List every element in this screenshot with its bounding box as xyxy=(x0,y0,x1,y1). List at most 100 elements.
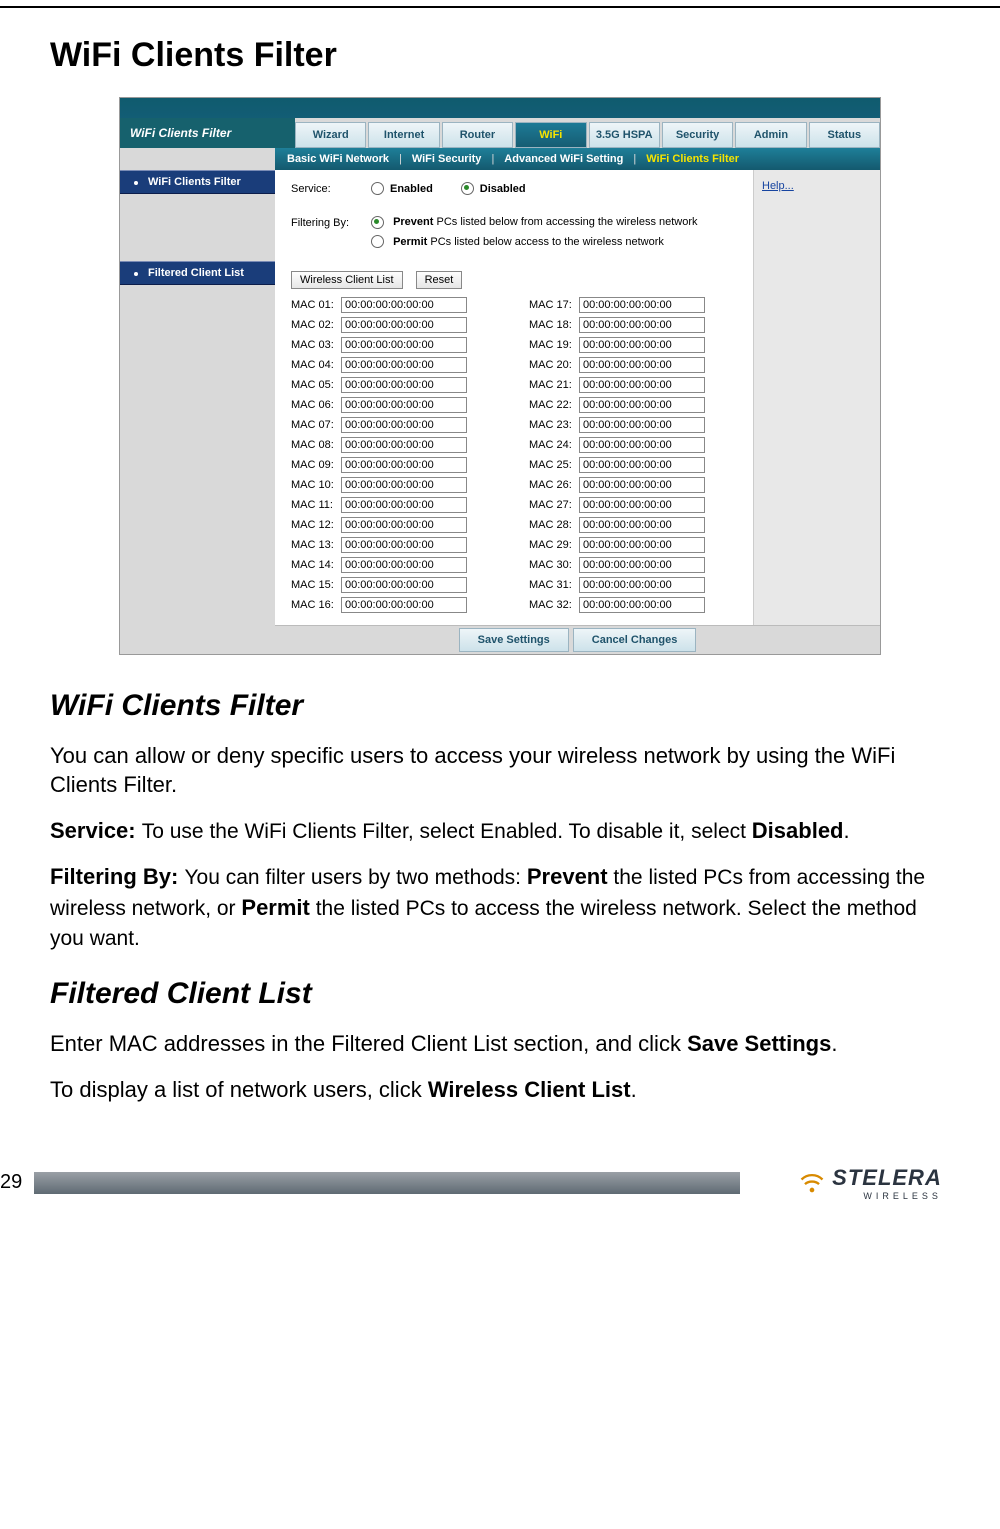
mac-input-1[interactable] xyxy=(341,297,467,313)
mac-input-3[interactable] xyxy=(341,337,467,353)
mac-row-14: MAC 14: xyxy=(291,557,499,573)
save-settings-button[interactable]: Save Settings xyxy=(459,628,569,652)
mac-label: MAC 14: xyxy=(291,559,341,571)
mac-row-25: MAC 25: xyxy=(529,457,737,473)
mac-row-31: MAC 31: xyxy=(529,577,737,593)
mac-row-21: MAC 21: xyxy=(529,377,737,393)
subtab-basic-wifi-network[interactable]: Basic WiFi Network xyxy=(287,153,389,165)
mac-label: MAC 30: xyxy=(529,559,579,571)
mac-input-10[interactable] xyxy=(341,477,467,493)
mac-input-14[interactable] xyxy=(341,557,467,573)
page-number: 29 xyxy=(0,1171,34,1194)
help-link[interactable]: Help... xyxy=(762,180,794,192)
mac-label: MAC 19: xyxy=(529,339,579,351)
mac-input-31[interactable] xyxy=(579,577,705,593)
mac-input-18[interactable] xyxy=(579,317,705,333)
mac-row-2: MAC 02: xyxy=(291,317,499,333)
mac-label: MAC 15: xyxy=(291,579,341,591)
radio-enabled[interactable]: Enabled xyxy=(371,182,433,195)
mac-input-11[interactable] xyxy=(341,497,467,513)
mac-label: MAC 03: xyxy=(291,339,341,351)
tab-admin[interactable]: Admin xyxy=(735,122,806,148)
subtab-wifi-clients-filter[interactable]: WiFi Clients Filter xyxy=(646,153,739,165)
paragraph-save: Enter MAC addresses in the Filtered Clie… xyxy=(50,1029,950,1059)
mac-label: MAC 11: xyxy=(291,499,341,511)
mac-row-22: MAC 22: xyxy=(529,397,737,413)
mac-input-21[interactable] xyxy=(579,377,705,393)
mac-input-23[interactable] xyxy=(579,417,705,433)
mac-input-30[interactable] xyxy=(579,557,705,573)
mac-label: MAC 27: xyxy=(529,499,579,511)
mac-input-27[interactable] xyxy=(579,497,705,513)
mac-row-5: MAC 05: xyxy=(291,377,499,393)
mac-label: MAC 28: xyxy=(529,519,579,531)
mac-input-12[interactable] xyxy=(341,517,467,533)
tab-security[interactable]: Security xyxy=(662,122,733,148)
mac-row-11: MAC 11: xyxy=(291,497,499,513)
mac-input-13[interactable] xyxy=(341,537,467,553)
pane-title: WiFi Clients Filter xyxy=(120,118,295,148)
mac-input-17[interactable] xyxy=(579,297,705,313)
radio-permit[interactable]: Permit PCs listed below access to the wi… xyxy=(371,233,737,253)
mac-label: MAC 26: xyxy=(529,479,579,491)
mac-label: MAC 13: xyxy=(291,539,341,551)
mac-input-5[interactable] xyxy=(341,377,467,393)
mac-input-20[interactable] xyxy=(579,357,705,373)
mac-input-26[interactable] xyxy=(579,477,705,493)
tab-status[interactable]: Status xyxy=(809,122,880,148)
subtab-advanced-wifi-setting[interactable]: Advanced WiFi Setting xyxy=(504,153,623,165)
mac-label: MAC 09: xyxy=(291,459,341,471)
mac-label: MAC 29: xyxy=(529,539,579,551)
mac-input-22[interactable] xyxy=(579,397,705,413)
sidebar-head-list: Filtered Client List xyxy=(120,261,275,285)
service-label: Service: xyxy=(291,183,371,195)
mac-row-13: MAC 13: xyxy=(291,537,499,553)
reset-button[interactable]: Reset xyxy=(416,271,463,289)
mac-row-12: MAC 12: xyxy=(291,517,499,533)
mac-input-32[interactable] xyxy=(579,597,705,613)
mac-label: MAC 25: xyxy=(529,459,579,471)
mac-input-19[interactable] xyxy=(579,337,705,353)
mac-input-29[interactable] xyxy=(579,537,705,553)
mac-input-7[interactable] xyxy=(341,417,467,433)
mac-row-24: MAC 24: xyxy=(529,437,737,453)
wireless-client-list-button[interactable]: Wireless Client List xyxy=(291,271,403,289)
radio-disabled[interactable]: Disabled xyxy=(461,182,526,195)
mac-input-6[interactable] xyxy=(341,397,467,413)
tab-internet[interactable]: Internet xyxy=(368,122,439,148)
paragraph-list: To display a list of network users, clic… xyxy=(50,1075,950,1105)
mac-row-4: MAC 04: xyxy=(291,357,499,373)
filtering-label: Filtering By: xyxy=(291,217,371,229)
mac-label: MAC 20: xyxy=(529,359,579,371)
mac-input-16[interactable] xyxy=(341,597,467,613)
mac-input-2[interactable] xyxy=(341,317,467,333)
mac-label: MAC 12: xyxy=(291,519,341,531)
tab-3-5g-hspa[interactable]: 3.5G HSPA xyxy=(589,122,660,148)
tab-wifi[interactable]: WiFi xyxy=(515,122,586,148)
mac-row-3: MAC 03: xyxy=(291,337,499,353)
mac-label: MAC 07: xyxy=(291,419,341,431)
tab-wizard[interactable]: Wizard xyxy=(295,122,366,148)
mac-row-17: MAC 17: xyxy=(529,297,737,313)
sidebar-head-filter: WiFi Clients Filter xyxy=(120,170,275,194)
radio-prevent[interactable]: Prevent PCs listed below from accessing … xyxy=(371,213,737,233)
mac-row-29: MAC 29: xyxy=(529,537,737,553)
tab-router[interactable]: Router xyxy=(442,122,513,148)
mac-row-20: MAC 20: xyxy=(529,357,737,373)
mac-input-8[interactable] xyxy=(341,437,467,453)
mac-row-1: MAC 01: xyxy=(291,297,499,313)
mac-input-4[interactable] xyxy=(341,357,467,373)
mac-input-15[interactable] xyxy=(341,577,467,593)
brand-logo: STELERA WIRELESS xyxy=(740,1165,1000,1201)
cancel-changes-button[interactable]: Cancel Changes xyxy=(573,628,697,652)
mac-input-28[interactable] xyxy=(579,517,705,533)
mac-input-9[interactable] xyxy=(341,457,467,473)
mac-label: MAC 16: xyxy=(291,599,341,611)
mac-row-9: MAC 09: xyxy=(291,457,499,473)
paragraph-filtering: Filtering By: You can filter users by tw… xyxy=(50,862,950,953)
mac-row-30: MAC 30: xyxy=(529,557,737,573)
mac-input-25[interactable] xyxy=(579,457,705,473)
paragraph-intro: You can allow or deny specific users to … xyxy=(50,741,950,800)
mac-input-24[interactable] xyxy=(579,437,705,453)
subtab-wifi-security[interactable]: WiFi Security xyxy=(412,153,482,165)
